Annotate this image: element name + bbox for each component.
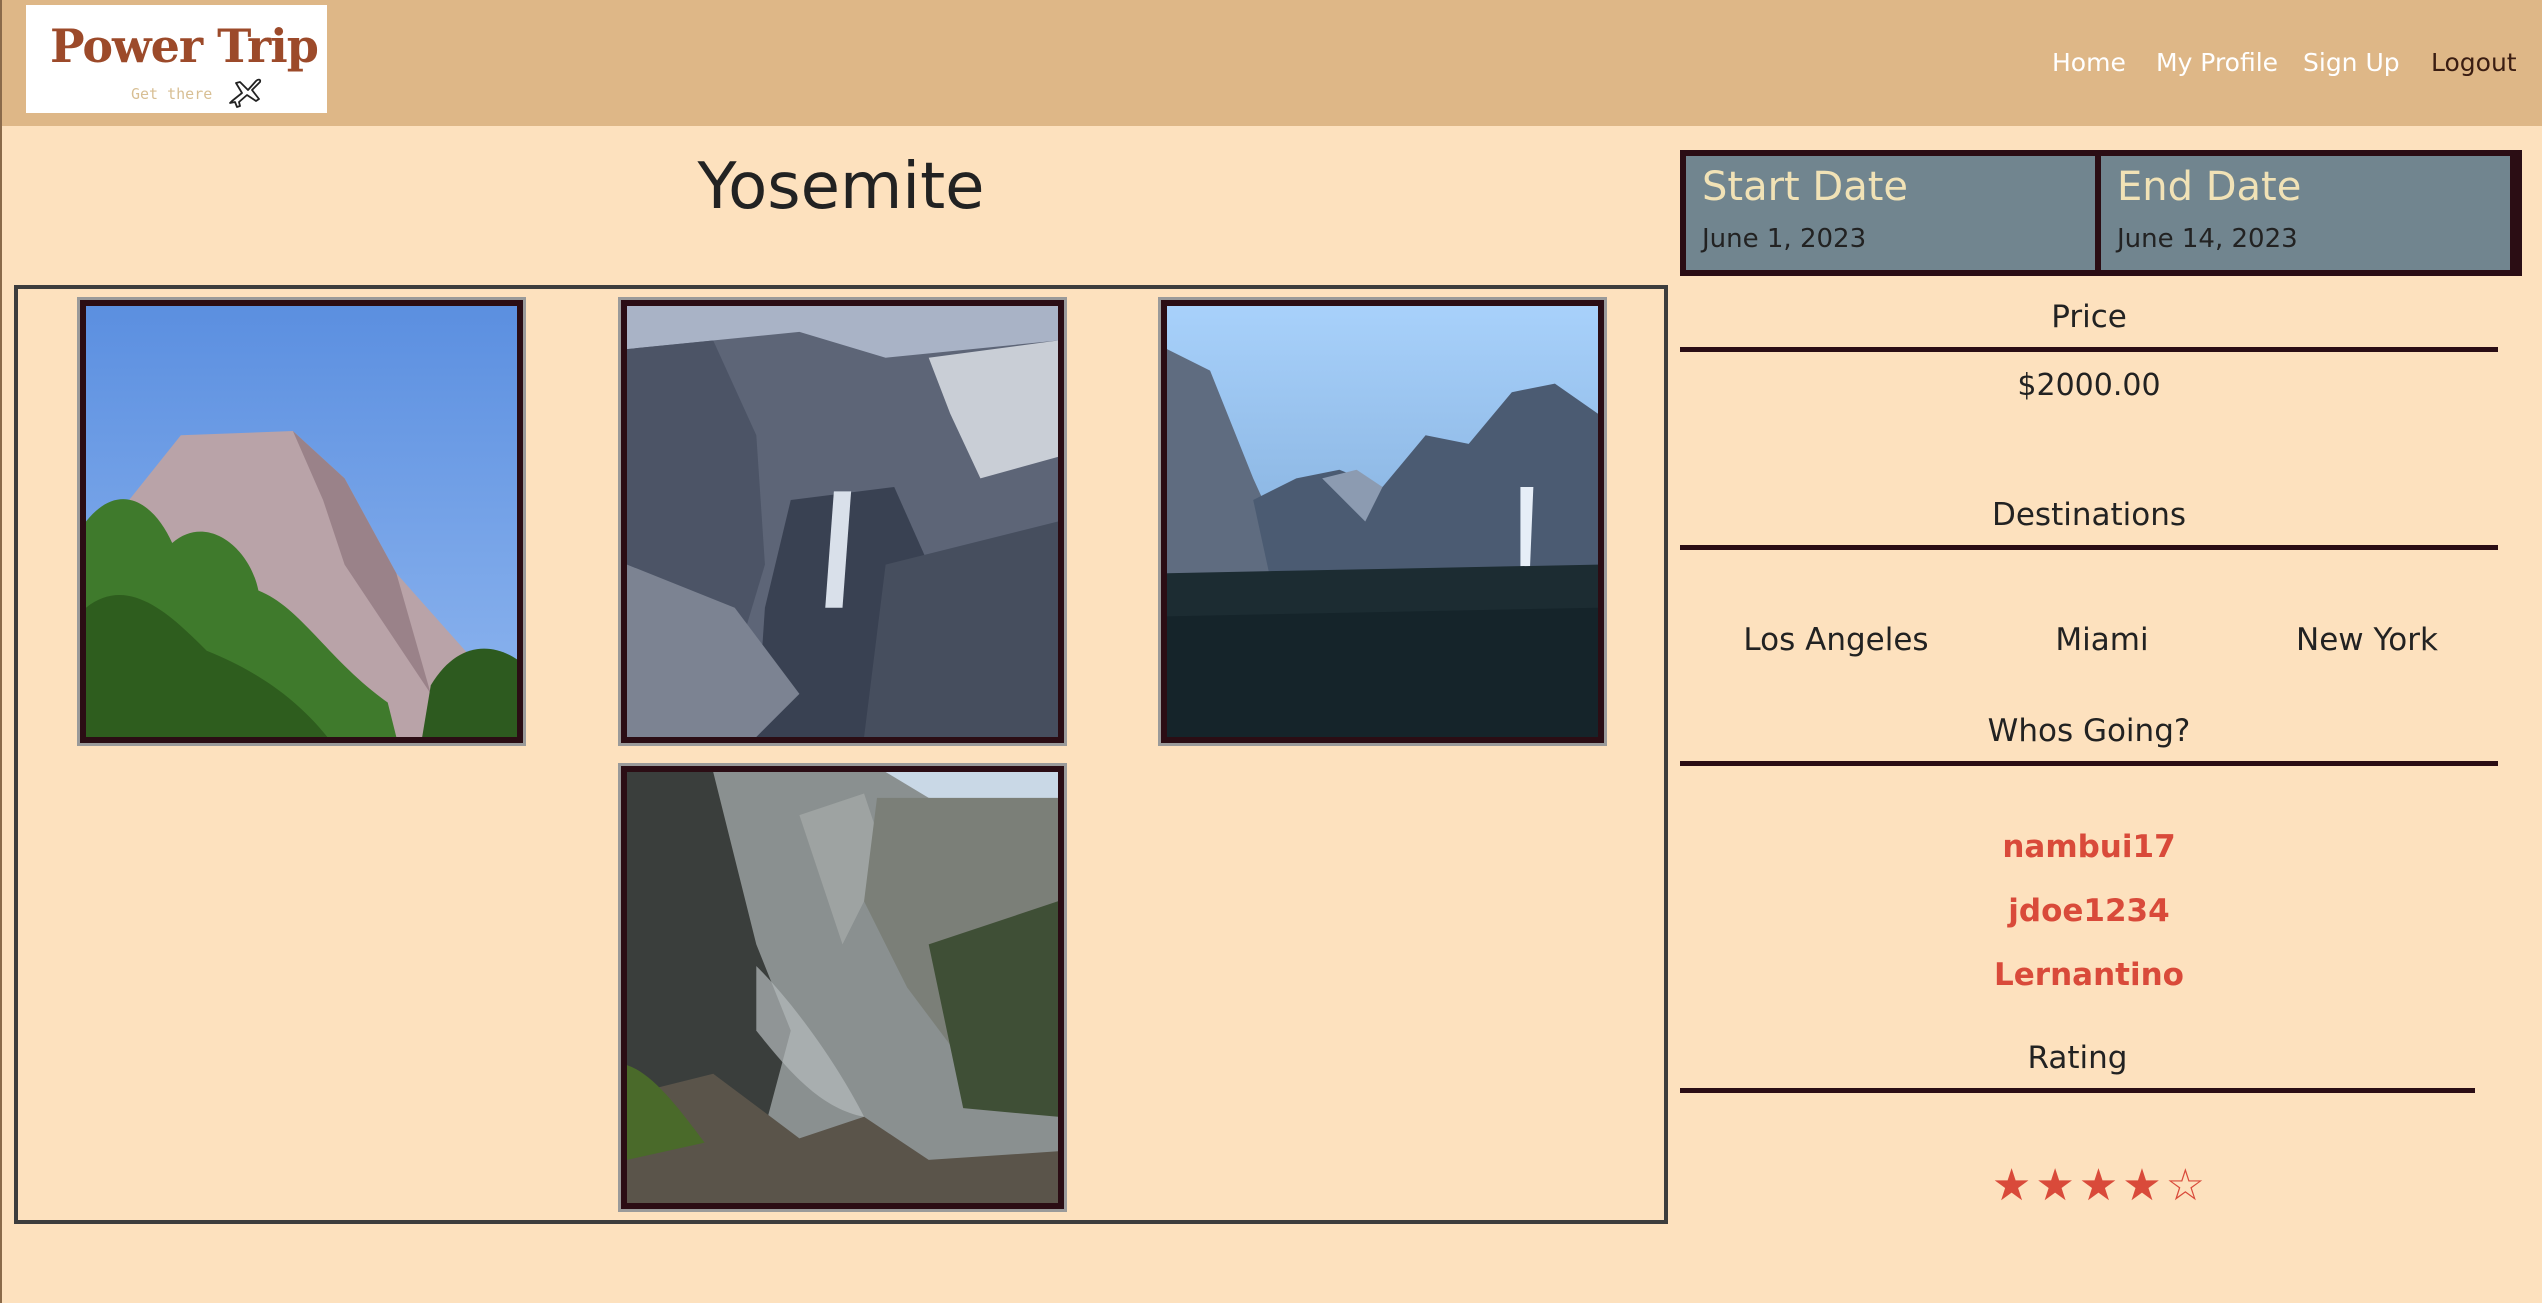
nav-profile-link[interactable]: My Profile [2156, 48, 2278, 77]
waterfall-valley-photo[interactable] [618, 297, 1067, 746]
price-divider [1680, 347, 2498, 352]
dates-panel: Start Date June 1, 2023 End Date June 14… [1680, 150, 2522, 276]
star-filled-icon[interactable]: ★ [2035, 1160, 2078, 1211]
start-date-label: Start Date [1702, 164, 1909, 210]
member-link[interactable]: nambui17 [1680, 829, 2498, 865]
end-date-box: End Date June 14, 2023 [2101, 156, 2510, 270]
whos-going-divider [1680, 761, 2498, 766]
rating-divider [1680, 1088, 2475, 1093]
start-date-value: June 1, 2023 [1702, 224, 1867, 254]
destinations-divider [1680, 545, 2498, 550]
photo-gallery [14, 285, 1668, 1224]
nav-signup-link[interactable]: Sign Up [2303, 48, 2400, 77]
end-date-label: End Date [2117, 164, 2302, 210]
airplane-icon [229, 78, 262, 108]
logo[interactable]: Power Trip Get there [26, 5, 327, 113]
rating-stars[interactable]: ★★★★☆ [1680, 1160, 2521, 1211]
end-date-value: June 14, 2023 [2117, 224, 2298, 254]
member-link[interactable]: Lernantino [1680, 957, 2498, 993]
member-link[interactable]: jdoe1234 [1680, 893, 2498, 929]
page-title: Yosemite [697, 150, 985, 224]
rating-heading: Rating [2027, 1040, 2128, 1076]
destinations-heading: Destinations [1991, 497, 2187, 533]
price-heading: Price [2051, 299, 2127, 335]
logo-title: Power Trip [50, 19, 319, 73]
star-filled-icon[interactable]: ★ [2122, 1160, 2165, 1211]
el-capitan-photo[interactable] [77, 297, 526, 746]
canyon-mist-photo[interactable] [618, 763, 1067, 1212]
logo-tagline: Get there [131, 85, 213, 103]
star-filled-icon[interactable]: ★ [2079, 1160, 2122, 1211]
navbar: Power Trip Get there Home My Profile Sig… [2, 0, 2542, 126]
start-date-box: Start Date June 1, 2023 [1686, 156, 2095, 270]
tunnel-view-photo[interactable] [1158, 297, 1607, 746]
destination-item: New York [2296, 622, 2438, 658]
price-value: $2000.00 [2017, 368, 2161, 403]
whos-going-heading: Whos Going? [1987, 713, 2191, 749]
destination-item: Los Angeles [1743, 622, 1929, 658]
destination-item: Miami [2055, 622, 2149, 658]
nav-logout-link[interactable]: Logout [2431, 48, 2517, 77]
nav-home-link[interactable]: Home [2052, 48, 2126, 77]
star-empty-icon[interactable]: ☆ [2166, 1160, 2209, 1211]
star-filled-icon[interactable]: ★ [1992, 1160, 2035, 1211]
